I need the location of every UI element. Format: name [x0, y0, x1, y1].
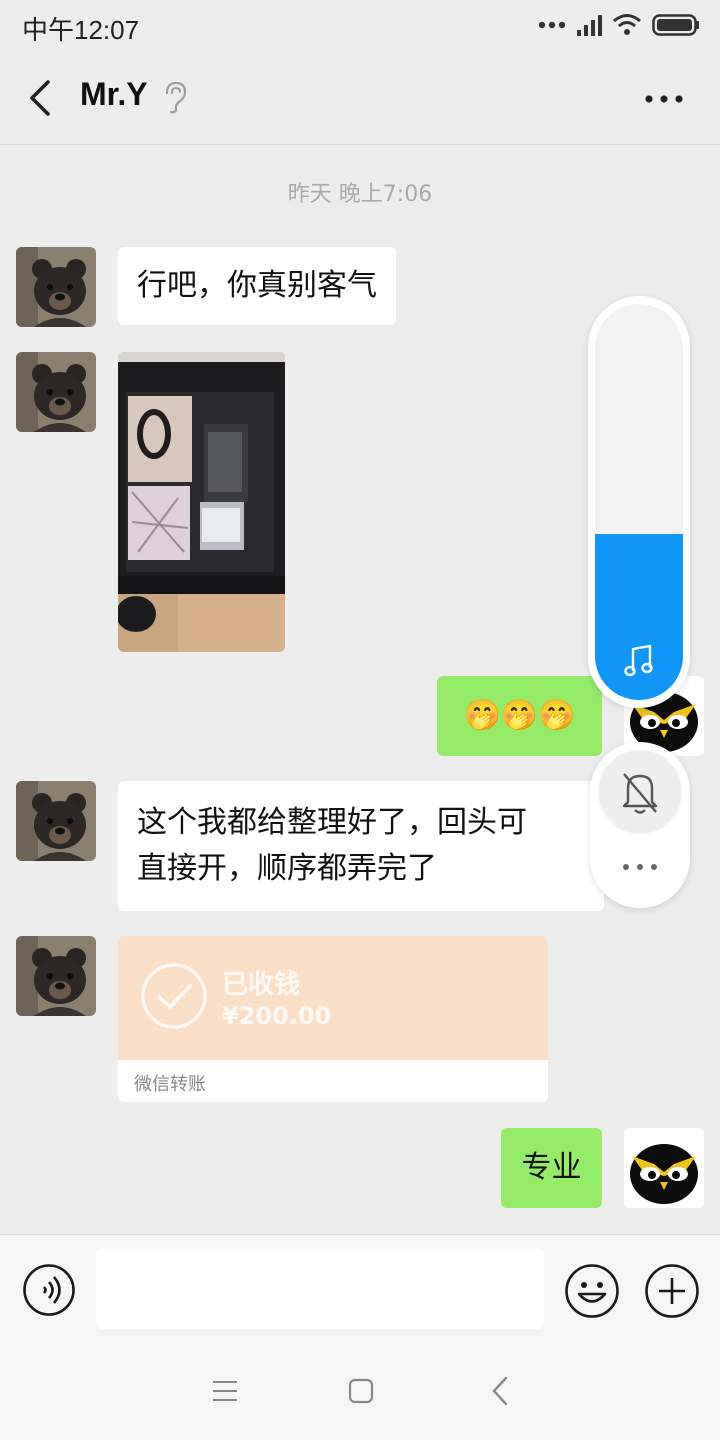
- received-text-bubble[interactable]: 行吧，你真别客气: [118, 247, 396, 325]
- sent-text-bubble[interactable]: 专业: [501, 1128, 602, 1208]
- back-arrow-icon[interactable]: [24, 76, 58, 120]
- volume-slider[interactable]: [588, 296, 690, 708]
- battery-icon: [652, 14, 699, 36]
- bear-avatar[interactable]: [16, 781, 96, 861]
- transfer-card[interactable]: 已收钱 ¥200.00 微信转账: [118, 936, 548, 1102]
- status-icons: [538, 12, 700, 38]
- bear-avatar[interactable]: [16, 352, 96, 432]
- bear-avatar[interactable]: [16, 936, 96, 1016]
- received-text-bubble[interactable]: 这个我都给整理好了，回头可 直接开，顺序都弄完了: [118, 781, 604, 911]
- message-line: 这个我都给整理好了，回头可: [137, 805, 527, 840]
- bell-off-icon: [622, 773, 658, 814]
- volume-track[interactable]: [595, 304, 683, 700]
- home-icon[interactable]: [348, 1378, 374, 1404]
- chat-title[interactable]: Mr.Y: [80, 76, 148, 113]
- emoji-icon[interactable]: [564, 1263, 620, 1319]
- volume-extra-panel: [590, 742, 690, 908]
- mute-toggle-button[interactable]: [598, 750, 682, 834]
- more-options-icon[interactable]: [644, 94, 684, 104]
- message-input-bar: [0, 1234, 720, 1343]
- transfer-status: 已收钱: [222, 970, 301, 1000]
- more-dots-icon[interactable]: [620, 862, 660, 872]
- transfer-amount: ¥200.00: [222, 1002, 332, 1030]
- message-input[interactable]: [96, 1249, 544, 1329]
- sent-emoji-bubble[interactable]: 🤭🤭🤭: [437, 676, 602, 756]
- message-text: 专业: [521, 1150, 582, 1185]
- system-back-icon[interactable]: [490, 1376, 510, 1406]
- plus-icon[interactable]: [644, 1263, 700, 1319]
- earpiece-mode-icon: [165, 81, 187, 114]
- system-navigation-bar: [0, 1342, 720, 1440]
- status-time: 中午12:07: [22, 15, 140, 45]
- chat-header: Mr.Y: [0, 50, 720, 145]
- message-emoji: 🤭🤭🤭: [463, 698, 576, 733]
- transfer-footer: 微信转账: [134, 1074, 206, 1095]
- music-note-icon: [624, 644, 653, 677]
- chat-timestamp: 昨天 晚上7:06: [287, 182, 433, 207]
- message-text: 行吧，你真别客气: [137, 268, 377, 303]
- voice-input-icon[interactable]: [22, 1263, 76, 1317]
- recent-apps-icon[interactable]: [212, 1380, 238, 1402]
- signal-dots-icon: [538, 21, 566, 29]
- check-circle-icon: [141, 963, 207, 1029]
- image-message[interactable]: [118, 352, 285, 652]
- status-bar: 中午12:07: [0, 0, 720, 50]
- wifi-icon: [613, 14, 641, 35]
- bear-avatar[interactable]: [16, 247, 96, 327]
- cellular-signal-icon: [577, 15, 602, 36]
- message-line: 直接开，顺序都弄完了: [137, 851, 437, 886]
- transfer-card-body: 已收钱 ¥200.00: [118, 936, 548, 1060]
- owl-avatar[interactable]: [624, 1128, 704, 1208]
